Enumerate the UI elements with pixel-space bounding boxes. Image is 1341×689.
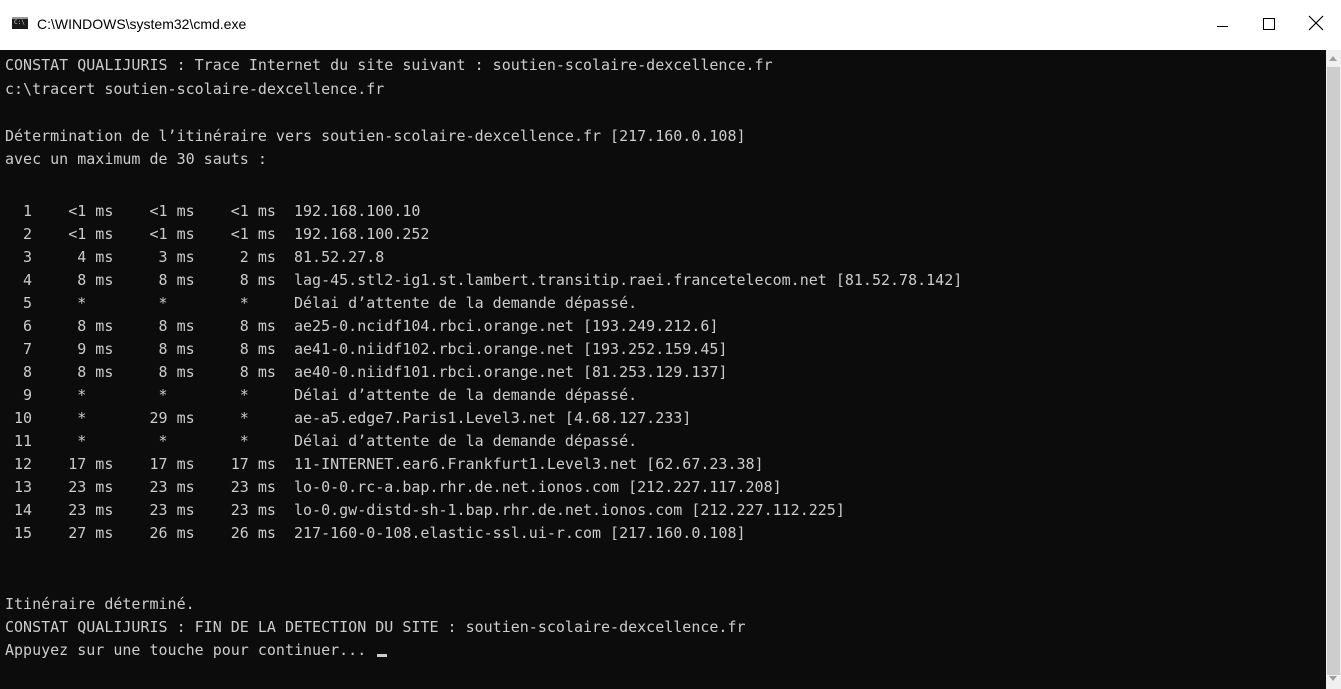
console-line-command: c:\tracert soutien-scolaire-dexcellence.… bbox=[5, 80, 385, 98]
cmd-window: C:\ C:\WINDOWS\system32\cmd.exe CONSTAT … bbox=[0, 0, 1341, 689]
close-button[interactable] bbox=[1294, 0, 1340, 40]
hop-row-6: 6 8 ms 8 ms 8 ms ae25-0.ncidf104.rbci.or… bbox=[5, 317, 719, 335]
hop-row-8: 8 8 ms 8 ms 8 ms ae40-0.niidf101.rbci.or… bbox=[5, 363, 728, 381]
vertical-scrollbar[interactable] bbox=[1326, 50, 1341, 689]
scroll-thumb[interactable] bbox=[1327, 67, 1340, 675]
maximize-icon bbox=[1263, 18, 1275, 30]
text-cursor bbox=[377, 654, 388, 657]
hop-row-14: 14 23 ms 23 ms 23 ms lo-0.gw-distd-sh-1.… bbox=[5, 501, 845, 519]
minimize-icon bbox=[1217, 26, 1228, 27]
console-line-prompt: Appuyez sur une touche pour continuer... bbox=[5, 640, 388, 661]
hop-row-12: 12 17 ms 17 ms 17 ms 11-INTERNET.ear6.Fr… bbox=[5, 455, 764, 473]
maximize-button[interactable] bbox=[1246, 0, 1292, 40]
hop-row-11: 11 * * * Délai d’attente de la demande d… bbox=[5, 432, 638, 450]
hop-row-2: 2 <1 ms <1 ms <1 ms 192.168.100.252 bbox=[5, 225, 430, 243]
hop-row-7: 7 9 ms 8 ms 8 ms ae41-0.niidf102.rbci.or… bbox=[5, 340, 728, 358]
window-title: C:\WINDOWS\system32\cmd.exe bbox=[37, 16, 247, 32]
console-output[interactable]: CONSTAT QUALIJURIS : Trace Internet du s… bbox=[0, 50, 1326, 689]
hop-row-15: 15 27 ms 26 ms 26 ms 217-160-0-108.elast… bbox=[5, 524, 746, 542]
console-line-route-complete: Itinéraire déterminé. bbox=[5, 595, 195, 613]
hop-row-1: 1 <1 ms <1 ms <1 ms 192.168.100.10 bbox=[5, 202, 421, 220]
cmd-icon[interactable]: C:\ bbox=[12, 17, 28, 29]
minimize-button[interactable] bbox=[1200, 0, 1246, 40]
hop-row-10: 10 * 29 ms * ae-a5.edge7.Paris1.Level3.n… bbox=[5, 409, 692, 427]
console-line-max-hops: avec un maximum de 30 sauts : bbox=[5, 150, 267, 168]
hop-row-4: 4 8 ms 8 ms 8 ms lag-45.stl2-ig1.st.lamb… bbox=[5, 271, 963, 289]
hop-row-3: 3 4 ms 3 ms 2 ms 81.52.27.8 bbox=[5, 248, 385, 266]
scroll-down-arrow-icon[interactable] bbox=[1329, 676, 1337, 681]
scroll-up-arrow-icon[interactable] bbox=[1329, 56, 1337, 61]
console-line-determination: Détermination de l’itinéraire vers souti… bbox=[5, 127, 746, 145]
prompt-text: Appuyez sur une touche pour continuer... bbox=[5, 641, 376, 659]
hop-row-13: 13 23 ms 23 ms 23 ms lo-0-0.rc-a.bap.rhr… bbox=[5, 478, 782, 496]
close-icon bbox=[1308, 15, 1324, 31]
console-line-header: CONSTAT QUALIJURIS : Trace Internet du s… bbox=[5, 56, 773, 74]
console-line-footer: CONSTAT QUALIJURIS : FIN DE LA DETECTION… bbox=[5, 618, 746, 636]
title-bar[interactable]: C:\ C:\WINDOWS\system32\cmd.exe bbox=[0, 0, 1341, 50]
hop-row-9: 9 * * * Délai d’attente de la demande dé… bbox=[5, 386, 638, 404]
hop-row-5: 5 * * * Délai d’attente de la demande dé… bbox=[5, 294, 638, 312]
